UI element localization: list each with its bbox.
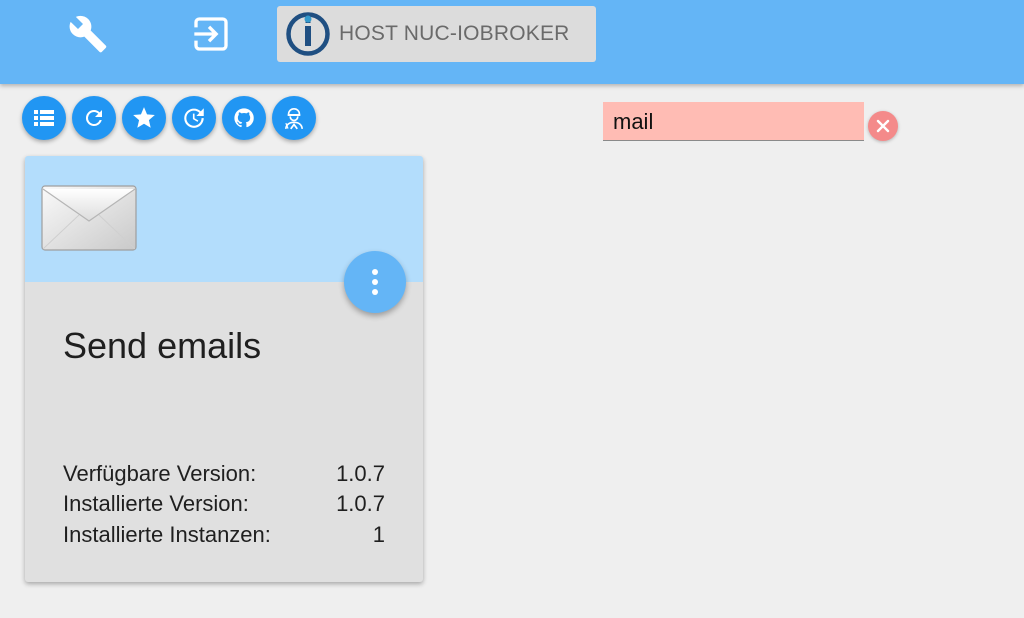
adapter-card-email: Send emails Verfügbare Version: 1.0.7 In… [25, 156, 423, 582]
info-value: 1 [372, 522, 385, 547]
info-value: 1.0.7 [336, 461, 385, 486]
info-label: Installierte Version: [63, 491, 249, 516]
more-vertical-icon [372, 269, 378, 295]
worker-icon [285, 107, 303, 130]
installed-version-row: Installierte Version: 1.0.7 [63, 489, 385, 519]
update-button[interactable] [172, 96, 216, 140]
iobroker-logo-icon [286, 12, 330, 56]
settings-button[interactable] [64, 10, 112, 58]
refresh-icon [85, 109, 102, 126]
list-view-button[interactable] [22, 96, 66, 140]
more-options-button[interactable] [344, 251, 406, 313]
installed-instances-row: Installierte Instanzen: 1 [63, 520, 385, 550]
wrench-icon [69, 15, 107, 53]
logout-button[interactable] [187, 10, 235, 58]
list-icon [34, 110, 54, 126]
search-field[interactable] [603, 102, 864, 141]
github-button[interactable] [222, 96, 266, 140]
adapter-title: Send emails [63, 325, 262, 366]
host-selector-button[interactable]: HOST NUC-IOBROKER [277, 6, 596, 62]
info-value: 1.0.7 [336, 491, 385, 516]
clear-search-button[interactable] [868, 111, 898, 141]
expert-mode-button[interactable] [272, 96, 316, 140]
info-label: Verfügbare Version: [63, 461, 257, 486]
info-label: Installierte Instanzen: [63, 522, 271, 547]
refresh-button[interactable] [72, 96, 116, 140]
close-icon [876, 119, 890, 133]
update-icon [184, 108, 204, 128]
available-version-row: Verfügbare Version: 1.0.7 [63, 459, 385, 489]
favorites-button[interactable] [122, 96, 166, 140]
envelope-icon [41, 185, 137, 251]
star-icon [133, 107, 155, 128]
host-label: HOST NUC-IOBROKER [339, 22, 570, 45]
search-input[interactable] [603, 102, 864, 140]
top-app-bar: HOST NUC-IOBROKER [0, 0, 1024, 84]
login-arrow-icon [194, 17, 228, 51]
github-icon [234, 108, 254, 128]
